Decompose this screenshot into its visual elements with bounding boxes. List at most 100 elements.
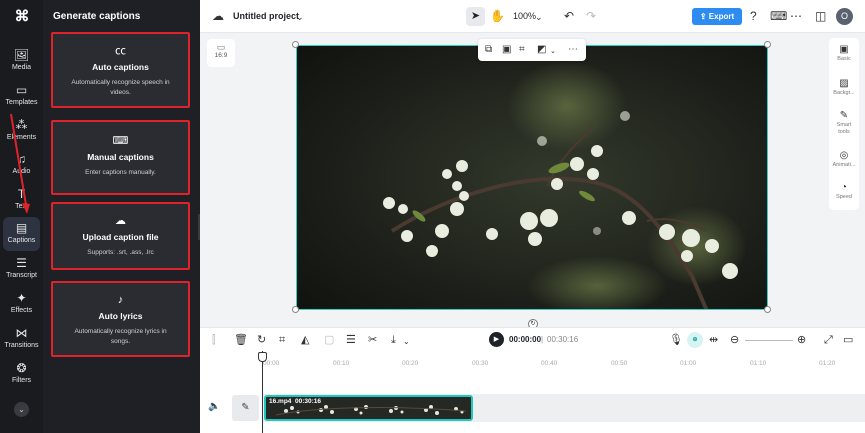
more-icon[interactable]: ⋯ [790, 9, 802, 24]
timeline-toolbar: ⫿ 🗑 ↻ ⌗ ◭ ▢ ☰ ✂ ⤓ ⌄ ▶ 00:00:00 | 00:30:1… [200, 327, 865, 351]
cloud-sync-icon[interactable]: ☁ [212, 9, 224, 24]
crop-icon[interactable]: ⌗ [279, 333, 285, 347]
smart-tools-icon: ✎ [839, 110, 849, 121]
ruler-tick: 00:50 [611, 360, 628, 367]
tool-animation[interactable]: ◎ Animati... [829, 150, 859, 169]
chevron-down-icon[interactable]: ⌄ [296, 10, 304, 25]
clip-duration: 00:30:16 [295, 398, 322, 405]
ruler-tick: 00:30 [472, 360, 489, 367]
volume-icon[interactable]: 🔈 [208, 401, 220, 412]
zoom-chevron-icon[interactable]: ⌄ [535, 10, 543, 25]
right-tools-panel: ▣ Basic ▨ Backgr... ✎ Smart tools ◎ Anim… [829, 38, 859, 210]
card-title: Manual captions [87, 152, 154, 162]
tool-background[interactable]: ▨ Backgr... [829, 78, 859, 97]
remove-background-icon[interactable]: ✂ [368, 333, 377, 347]
microphone-icon[interactable]: 🎙 [669, 333, 683, 347]
time-separator: | [541, 335, 544, 344]
hand-tool-icon[interactable]: ✋ [490, 9, 505, 24]
captions-edit-icon[interactable]: ☰ [346, 333, 356, 347]
mask-icon[interactable]: ◩ [537, 43, 546, 57]
crop-icon[interactable]: ⌗ [519, 43, 525, 57]
mask-chevron-icon[interactable]: ⌄ [550, 45, 556, 59]
upload-caption-file-card[interactable]: ☁ Upload caption file Supports: .srt, .a… [51, 202, 190, 270]
zoom-out-icon[interactable]: ⊖ [730, 333, 739, 347]
split-icon[interactable]: ⫿ [212, 333, 216, 347]
resize-handle[interactable] [292, 41, 299, 48]
auto-lyrics-card[interactable]: ♪ Auto lyrics Automatically recognize ly… [51, 281, 190, 357]
ruler-tick: 00:10 [333, 360, 350, 367]
keyboard-shortcuts-icon[interactable]: ⌨ [770, 9, 787, 24]
speed-icon: ◔ [840, 182, 848, 193]
captions-panel: Generate captions ㏄ Auto captions Automa… [43, 0, 200, 433]
tool-basic[interactable]: ▣ Basic [829, 44, 859, 63]
play-icon: ▶ [493, 336, 500, 343]
export-button[interactable]: ⇪ Export [692, 8, 742, 25]
total-time: 00:30:16 [547, 335, 579, 344]
context-toolbar: ⧉ ▣ ⌗ ◩ ⌄ ⋯ [478, 39, 586, 61]
aspect-ratio-icon: ▭ [216, 42, 226, 52]
layout-icon[interactable]: ◫ [815, 9, 826, 24]
animation-icon: ◎ [839, 150, 849, 161]
replace-icon[interactable]: ↻ [257, 333, 266, 347]
replace-image-icon[interactable]: ⧉ [485, 43, 492, 57]
resize-handle[interactable] [292, 306, 299, 313]
download-chevron-icon[interactable]: ⌄ [403, 335, 410, 349]
clip-name: 16.mp4 [269, 398, 292, 405]
help-icon[interactable]: ? [750, 9, 757, 24]
timeline-zoom-slider[interactable] [745, 340, 793, 341]
zoom-level[interactable]: 100% [513, 11, 536, 21]
download-icon[interactable]: ⤓ [391, 333, 396, 347]
ruler-tick: 00:20 [402, 360, 419, 367]
card-description: Supports: .srt, .ass, .lrc [87, 249, 154, 256]
lyrics-icon: ♪ [117, 294, 124, 306]
fit-timeline-icon[interactable]: ⤢ [824, 333, 833, 347]
fit-icon[interactable]: ▣ [502, 43, 511, 57]
playhead-handle[interactable] [258, 352, 267, 362]
aspect-ratio-button[interactable]: ▭ 16:9 [207, 39, 235, 67]
current-time: 00:00:00 [509, 335, 542, 344]
top-bar: ☁ Untitled project ⌄ ➤ ✋ 100% ⌄ ↶ ↷ ⇪ Ex… [200, 0, 865, 33]
cherry-blossom-image [297, 46, 767, 309]
more-icon[interactable]: ⋯ [568, 43, 578, 57]
tool-smart-tools[interactable]: ✎ Smart tools [829, 110, 859, 136]
edit-cover-button[interactable]: ✎ [232, 395, 259, 421]
background-icon: ▨ [839, 78, 849, 89]
basic-icon: ▣ [839, 44, 849, 55]
auto-snap-icon[interactable]: ⊕ [687, 332, 703, 348]
ruler-tick: 01:20 [819, 360, 836, 367]
flip-icon[interactable]: ◭ [301, 333, 309, 347]
card-title: Auto lyrics [98, 311, 143, 321]
tool-speed[interactable]: ◔ Speed [829, 182, 859, 201]
playhead[interactable] [262, 351, 263, 433]
cc-icon: ㏄ [115, 45, 126, 57]
cursor-icon: ➤ [470, 10, 481, 22]
delete-icon[interactable]: 🗑 [234, 333, 248, 347]
pencil-icon: ✎ [241, 402, 250, 413]
card-title: Upload caption file [82, 232, 159, 242]
redo-icon[interactable]: ↷ [586, 9, 596, 24]
play-button[interactable]: ▶ [489, 332, 504, 347]
avatar[interactable]: O [836, 8, 853, 25]
resize-handle[interactable] [764, 306, 771, 313]
ruler-tick: 00:40 [541, 360, 558, 367]
zoom-in-icon[interactable]: ⊕ [797, 333, 806, 347]
undo-icon[interactable]: ↶ [564, 9, 574, 24]
upload-cloud-icon: ☁ [115, 215, 126, 227]
card-description: Automatically recognize lyrics in songs. [74, 328, 167, 345]
auto-captions-card[interactable]: ㏄ Auto captions Automatically recognize … [51, 32, 190, 108]
card-title: Auto captions [92, 62, 149, 72]
card-description: Enter captions manually. [85, 169, 156, 176]
annotation-arrow-icon [10, 113, 30, 214]
project-title[interactable]: Untitled project [233, 11, 299, 21]
card-description: Automatically recognize speech in videos… [71, 79, 170, 96]
split-scene-icon[interactable]: ⇹ [709, 333, 718, 347]
timeline-settings-icon[interactable]: ▭ [843, 333, 853, 347]
freeze-icon[interactable]: ▢ [324, 333, 334, 347]
left-rail: ⌘ 🖼 Media ▭ Templates ⁂ Elements ♫ Audio… [0, 0, 43, 433]
video-clip[interactable]: 16.mp4 00:30:16 [264, 395, 473, 421]
resize-handle[interactable] [764, 41, 771, 48]
manual-captions-card[interactable]: ⌨ Manual captions Enter captions manuall… [51, 120, 190, 195]
select-tool-button[interactable]: ➤ [466, 7, 485, 26]
video-preview[interactable] [296, 45, 768, 310]
ruler-tick: 01:10 [750, 360, 767, 367]
